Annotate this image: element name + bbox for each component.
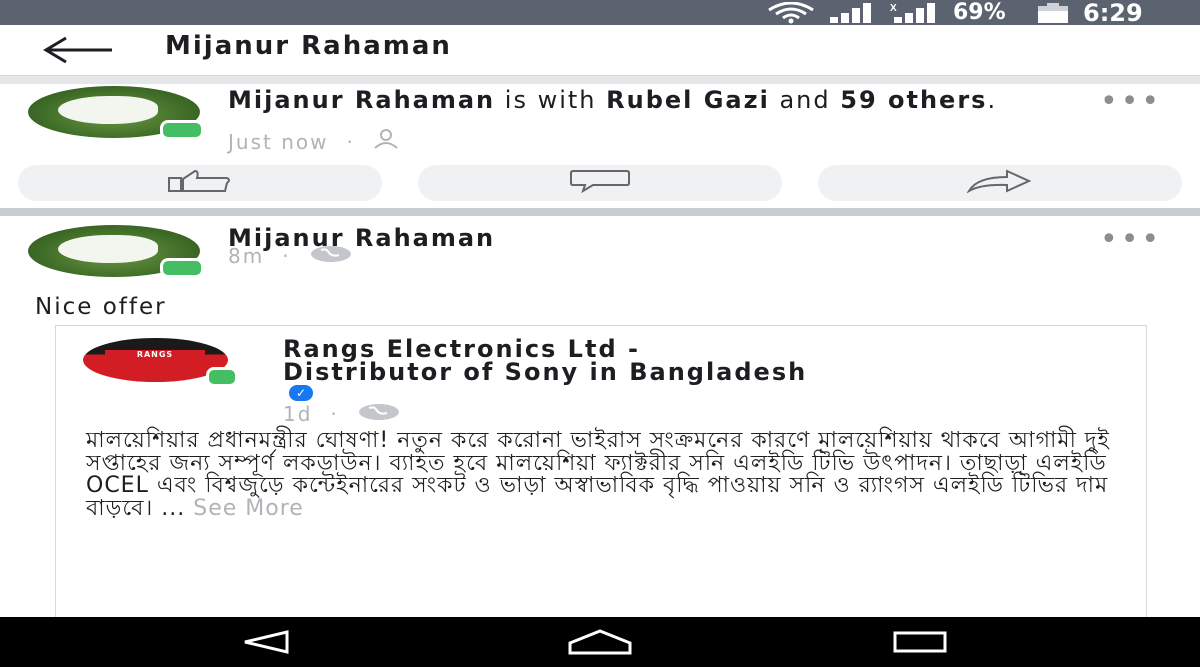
verified-check-icon: ✓ (289, 385, 313, 401)
system-nav-bar (0, 617, 1200, 667)
tagged-name[interactable]: Rubel Gazi (606, 86, 770, 114)
page-name-line2: Distributor of Sony in Bangladesh (283, 358, 808, 386)
meta-separator: · (346, 129, 355, 154)
divider (0, 208, 1200, 216)
more-options-icon[interactable]: ••• (1100, 87, 1162, 117)
original-post-text: মালয়েশিয়ার প্রধানমন্ত্রীর ঘোষণা! নতুন … (86, 429, 1136, 521)
post-time[interactable]: 8m (228, 244, 264, 268)
recents-icon[interactable] (860, 617, 980, 667)
period: . (987, 86, 998, 114)
battery-icon (1036, 0, 1070, 25)
meta-separator: · (282, 244, 291, 268)
signal-no-data-icon: X (890, 0, 938, 25)
wifi-icon (765, 0, 817, 25)
like-button[interactable] (18, 165, 382, 201)
meta-separator: · (330, 402, 339, 426)
with-text: is with (495, 86, 607, 114)
page-title: Mijanur Rahaman (165, 31, 452, 61)
online-indicator (160, 120, 204, 140)
globe-icon (309, 244, 353, 268)
share-icon (966, 169, 1033, 197)
like-icon (167, 169, 233, 197)
comment-icon (569, 169, 631, 197)
comment-button[interactable] (418, 165, 782, 201)
app-bar: Mijanur Rahaman (0, 25, 1200, 77)
logo-text: RANGS (105, 350, 205, 360)
post-meta: Just now · (228, 129, 399, 154)
more-options-icon[interactable]: ••• (1100, 225, 1162, 255)
author-name[interactable]: Mijanur Rahaman (228, 86, 495, 114)
battery-percent: 69% (953, 0, 1006, 25)
signal-icon (828, 0, 874, 25)
shared-content-card[interactable]: RANGS Rangs Electronics Ltd - Distributo… (55, 325, 1147, 626)
post-header: Mijanur Rahaman is with Rubel Gazi and 5… (228, 86, 1068, 114)
back-arrow-icon[interactable] (40, 35, 120, 65)
clock: 6:29 (1083, 0, 1143, 27)
and-text: and (769, 86, 841, 114)
post-meta: 8m · (228, 244, 353, 268)
home-icon[interactable] (540, 617, 660, 667)
divider (0, 76, 1200, 84)
page-name[interactable]: Rangs Electronics Ltd - Distributor of S… (283, 337, 808, 386)
others-link[interactable]: 59 others (840, 86, 987, 114)
friends-icon (373, 129, 399, 154)
online-indicator (160, 258, 204, 278)
online-indicator (206, 367, 238, 387)
original-time[interactable]: 1d (283, 402, 312, 426)
see-more-link[interactable]: See More (193, 496, 304, 521)
back-triangle-icon[interactable] (206, 617, 326, 667)
share-button[interactable] (818, 165, 1182, 201)
original-meta: 1d · (283, 402, 401, 426)
status-bar: X 69% 6:29 (0, 0, 1200, 27)
globe-icon (357, 402, 401, 426)
post-time[interactable]: Just now (228, 130, 328, 154)
post-text: Nice offer (35, 294, 167, 320)
svg-text:X: X (890, 3, 897, 14)
